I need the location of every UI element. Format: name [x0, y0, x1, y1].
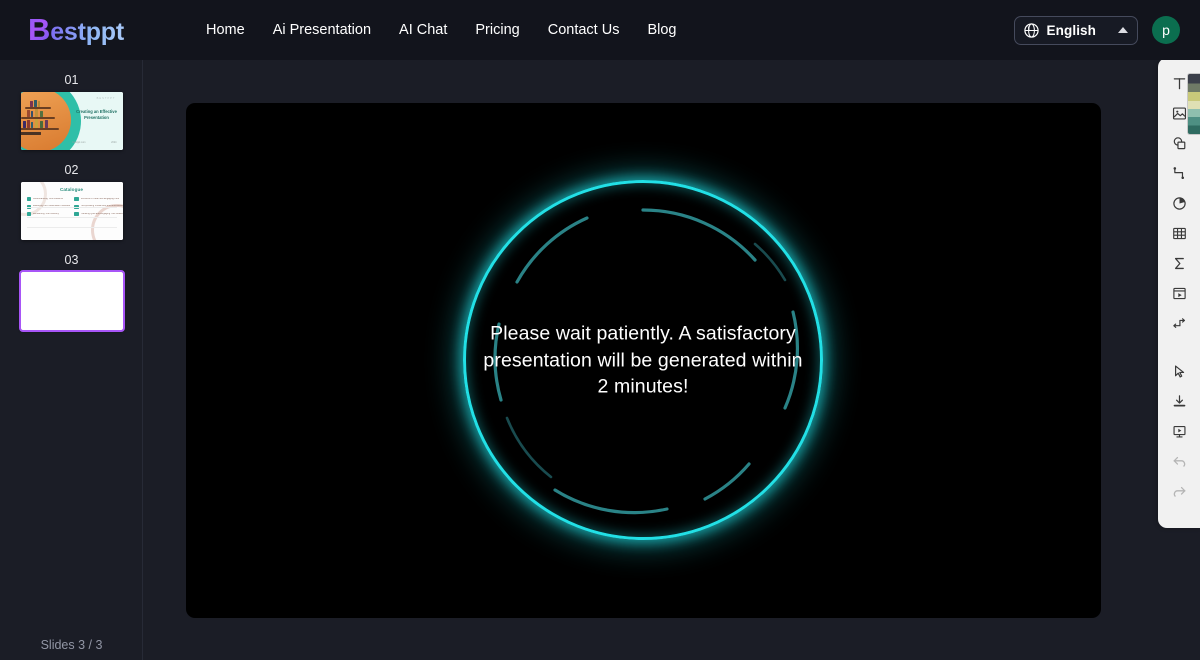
slide1-footer-right: 2024 [111, 141, 117, 144]
undo-icon[interactable] [1164, 446, 1194, 476]
slide-sidebar: 01 BESTPPT Creating an Effective Present… [0, 60, 143, 660]
connector-icon[interactable] [1164, 158, 1194, 188]
slide-thumbnail-list: 01 BESTPPT Creating an Effective Present… [0, 60, 142, 342]
list-item: Structure of Clear and Engaging Flow [74, 197, 122, 202]
nav-home[interactable]: Home [192, 16, 259, 44]
cursor-icon[interactable] [1164, 356, 1194, 386]
top-header: Bestppt Home Ai Presentation AI Chat Pri… [0, 0, 1200, 60]
slide2-item-label: Understanding Your Audience [32, 197, 64, 200]
list-item: Handling Q&A and Engaging Your Audience [74, 212, 123, 217]
flow-icon[interactable] [1164, 308, 1194, 338]
globe-icon [1023, 22, 1039, 38]
app-root: Bestppt Home Ai Presentation AI Chat Pri… [0, 0, 1200, 660]
slide-number-3: 03 [64, 253, 79, 267]
list-item: Rehearsing Your Delivery [26, 212, 71, 217]
loading-spinner: Please wait patiently. A satisfactory pr… [455, 172, 831, 548]
nav-ai-chat[interactable]: AI Chat [385, 16, 461, 44]
logo-wordmark: estppt [50, 18, 124, 46]
list-item: Understanding Your Audience [26, 197, 71, 202]
nav-contact-us[interactable]: Contact Us [534, 16, 634, 44]
nav-blog[interactable]: Blog [633, 16, 690, 44]
slide-preview-2[interactable]: Catalogue Understanding Your Audience St… [20, 182, 123, 240]
slide2-title: Catalogue [59, 187, 84, 192]
user-avatar[interactable]: p [1152, 16, 1180, 44]
canvas-area: Please wait patiently. A satisfactory pr… [143, 60, 1143, 660]
app-logo[interactable]: Bestppt [28, 12, 124, 48]
table-icon[interactable] [1164, 218, 1194, 248]
language-selector[interactable]: English [1013, 15, 1138, 45]
slide-preview-1[interactable]: BESTPPT Creating an Effective Presentati… [20, 92, 123, 150]
main-navigation: Home Ai Presentation AI Chat Pricing Con… [192, 16, 690, 44]
color-palette-strip[interactable] [1187, 73, 1200, 135]
present-icon[interactable] [1164, 416, 1194, 446]
slide-count-label: Slides 3 / 3 [40, 638, 103, 652]
slide-preview-3[interactable] [18, 270, 125, 332]
bullet-icon [26, 212, 32, 217]
slide-number-2: 02 [64, 163, 79, 177]
slide1-title: Creating an Effective Presentation [76, 109, 117, 120]
slide-thumbnail-3[interactable]: 03 [0, 252, 142, 342]
nav-ai-presentation[interactable]: Ai Presentation [259, 16, 385, 44]
media-icon[interactable] [1164, 278, 1194, 308]
slide3-blank-canvas [20, 272, 123, 330]
bullet-icon [74, 197, 79, 202]
bullet-icon [26, 197, 32, 202]
download-icon[interactable] [1164, 386, 1194, 416]
slide-thumbnail-1[interactable]: 01 BESTPPT Creating an Effective Present… [0, 72, 142, 162]
redo-icon[interactable] [1164, 476, 1194, 506]
formula-icon[interactable] [1164, 248, 1194, 278]
slide-editor-canvas[interactable]: Please wait patiently. A satisfactory pr… [185, 102, 1101, 618]
slide-number-1: 01 [64, 73, 79, 87]
logo-b-mark: B [28, 12, 51, 47]
slide1-topline: BESTPPT [96, 97, 116, 100]
language-label: English [1046, 22, 1096, 38]
slide2-item-label: Rehearsing Your Delivery [32, 212, 59, 215]
chevron-up-icon [1118, 27, 1128, 33]
nav-pricing[interactable]: Pricing [461, 16, 533, 44]
slide1-footer-left: bestppt.com [72, 141, 86, 144]
slide2-item-label: Structure of Clear and Engaging Flow [80, 197, 120, 200]
slide2-item-label: Handling Q&A and Engaging Your Audience [80, 212, 123, 215]
bullet-icon [74, 212, 79, 217]
pie-chart-icon[interactable] [1164, 188, 1194, 218]
slide-thumbnail-2[interactable]: 02 Catalogue Understanding Your Audience… [0, 162, 142, 252]
header-right-cluster: English p [1013, 15, 1180, 45]
loading-message: Please wait patiently. A satisfactory pr… [483, 322, 803, 398]
